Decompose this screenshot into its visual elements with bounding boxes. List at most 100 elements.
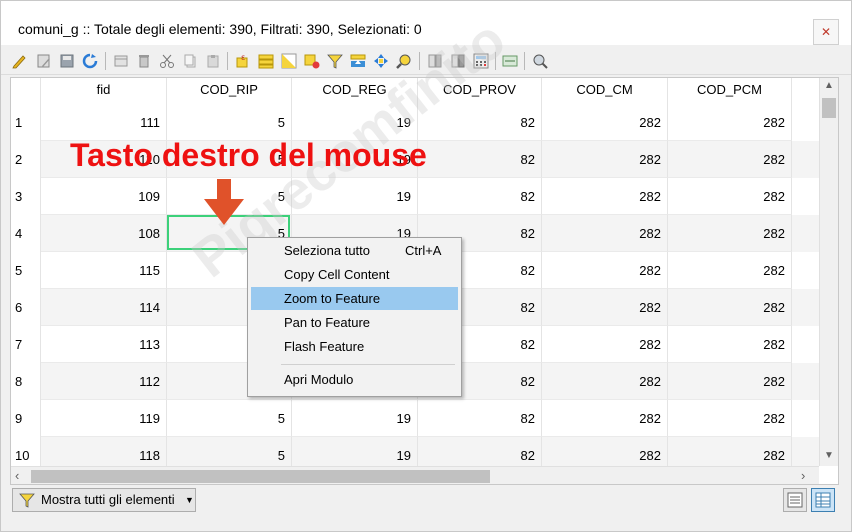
row-number[interactable]: 1 [11, 104, 41, 141]
table-cell-cod-prov[interactable]: 82 [418, 104, 542, 141]
table-cell-cod-cm[interactable]: 282 [542, 363, 668, 400]
row-number[interactable]: 3 [11, 178, 41, 215]
move-selection-top-icon[interactable] [350, 53, 366, 69]
field-calculator-icon[interactable] [473, 53, 489, 69]
table-cell-fid[interactable]: 114 [41, 289, 167, 326]
table-cell-cod-reg[interactable]: 19 [292, 104, 418, 141]
select-all-icon[interactable] [258, 53, 274, 69]
table-cell-cod-pcm[interactable]: 282 [668, 178, 792, 215]
menu-item-pan-to-feature[interactable]: Pan to Feature [251, 311, 458, 334]
table-cell-cod-cm[interactable]: 282 [542, 326, 668, 363]
table-cell-cod-reg[interactable]: 19 [292, 178, 418, 215]
window-title: comuni_g :: Totale degli elementi: 390, … [18, 21, 422, 37]
table-cell-cod-cm[interactable]: 282 [542, 104, 668, 141]
vertical-scrollbar[interactable]: ▲ ▼ [819, 78, 838, 466]
pencil-icon[interactable] [11, 53, 27, 69]
table-cell-cod-pcm[interactable]: 282 [668, 252, 792, 289]
add-feature-icon[interactable] [113, 53, 129, 69]
invert-selection-icon[interactable] [281, 53, 297, 69]
table-cell-cod-pcm[interactable]: 282 [668, 326, 792, 363]
column-header-cod-cm[interactable]: COD_CM [542, 78, 668, 104]
table-cell-cod-pcm[interactable]: 282 [668, 363, 792, 400]
delete-field-icon[interactable] [450, 53, 466, 69]
zoom-to-selected-icon[interactable] [396, 53, 412, 69]
filter-label: Mostra tutti gli elementi [41, 492, 175, 507]
column-header-cod-reg[interactable]: COD_REG [292, 78, 418, 104]
table-cell-cod-pcm[interactable]: 282 [668, 215, 792, 252]
pan-to-selected-icon[interactable] [373, 53, 389, 69]
table-cell-cod-pcm[interactable]: 282 [668, 400, 792, 437]
table-cell-cod-cm[interactable]: 282 [542, 141, 668, 178]
multi-edit-icon[interactable] [36, 53, 52, 69]
table-cell-cod-cm[interactable]: 282 [542, 252, 668, 289]
toolbar: ε [1, 47, 851, 75]
conditional-formatting-icon[interactable] [502, 53, 518, 69]
table-cell-cod-prov[interactable]: 82 [418, 400, 542, 437]
table-cell-cod-prov[interactable]: 82 [418, 178, 542, 215]
vertical-scroll-thumb[interactable] [822, 98, 836, 118]
row-number[interactable]: 5 [11, 252, 41, 289]
table-cell-cod-pcm[interactable]: 282 [668, 104, 792, 141]
table-cell-fid[interactable]: 113 [41, 326, 167, 363]
table-row[interactable]: 9 119 5 19 82 282 282 [11, 400, 819, 437]
reload-icon[interactable] [82, 53, 98, 69]
table-cell-cod-reg[interactable]: 19 [292, 400, 418, 437]
row-number[interactable]: 2 [11, 141, 41, 178]
row-number[interactable]: 4 [11, 215, 41, 252]
table-cell-cod-cm[interactable]: 282 [542, 178, 668, 215]
svg-text:ε: ε [241, 53, 245, 62]
row-number[interactable]: 6 [11, 289, 41, 326]
filter-dropdown-button[interactable]: Mostra tutti gli elementi ▼ [12, 488, 196, 512]
new-field-icon[interactable] [427, 53, 443, 69]
cut-icon[interactable] [159, 53, 175, 69]
table-cell-fid[interactable]: 119 [41, 400, 167, 437]
scroll-right-icon[interactable]: › [801, 468, 805, 483]
scroll-up-icon[interactable]: ▲ [824, 80, 834, 91]
row-number[interactable]: 9 [11, 400, 41, 437]
menu-item-zoom-to-feature[interactable]: Zoom to Feature [251, 287, 458, 310]
corner-cell[interactable] [11, 78, 41, 104]
row-number[interactable]: 8 [11, 363, 41, 400]
table-cell-fid[interactable]: 108 [41, 215, 167, 252]
table-row[interactable]: 3 109 5 19 82 282 282 [11, 178, 819, 215]
menu-item-copy-cell-content[interactable]: Copy Cell Content [251, 263, 458, 286]
paste-icon[interactable] [205, 53, 221, 69]
column-header-cod-pcm[interactable]: COD_PCM [668, 78, 792, 104]
table-cell-cod-cm[interactable]: 282 [542, 289, 668, 326]
delete-icon[interactable] [136, 53, 152, 69]
form-view-button[interactable] [783, 488, 807, 512]
table-cell-fid[interactable]: 111 [41, 104, 167, 141]
column-header-fid[interactable]: fid [41, 78, 167, 104]
menu-item-open-form[interactable]: Apri Modulo [251, 368, 458, 391]
close-button[interactable]: ✕ [813, 19, 839, 45]
scroll-down-icon[interactable]: ▼ [824, 450, 834, 461]
table-cell-cod-cm[interactable]: 282 [542, 400, 668, 437]
menu-item-label: Seleziona tutto [284, 243, 371, 258]
table-cell-cod-prov[interactable]: 82 [418, 141, 542, 178]
filter-icon[interactable] [327, 53, 343, 69]
menu-item-select-all[interactable]: Seleziona tutto Ctrl+A [251, 239, 458, 262]
deselect-icon[interactable] [304, 53, 320, 69]
table-cell-fid[interactable]: 112 [41, 363, 167, 400]
table-cell-cod-cm[interactable]: 282 [542, 215, 668, 252]
column-header-cod-rip[interactable]: COD_RIP [167, 78, 292, 104]
menu-item-label: Flash Feature [284, 339, 365, 354]
scroll-left-icon[interactable]: ‹ [15, 468, 19, 483]
table-cell-fid[interactable]: 115 [41, 252, 167, 289]
column-header-cod-prov[interactable]: COD_PROV [418, 78, 542, 104]
select-by-expression-icon[interactable]: ε [235, 53, 251, 69]
table-cell-cod-rip[interactable]: 5 [167, 400, 292, 437]
save-icon[interactable] [59, 53, 75, 69]
horizontal-scroll-thumb[interactable] [31, 470, 490, 483]
table-cell-cod-rip[interactable]: 5 [167, 104, 292, 141]
actions-icon[interactable] [532, 53, 548, 69]
table-row[interactable]: 1 111 5 19 82 282 282 [11, 104, 819, 141]
table-cell-fid[interactable]: 109 [41, 178, 167, 215]
table-cell-cod-pcm[interactable]: 282 [668, 141, 792, 178]
copy-icon[interactable] [182, 53, 198, 69]
menu-item-flash-feature[interactable]: Flash Feature [251, 335, 458, 358]
horizontal-scrollbar[interactable]: ‹ › [11, 466, 819, 484]
table-cell-cod-pcm[interactable]: 282 [668, 289, 792, 326]
table-view-button[interactable] [811, 488, 835, 512]
row-number[interactable]: 7 [11, 326, 41, 363]
